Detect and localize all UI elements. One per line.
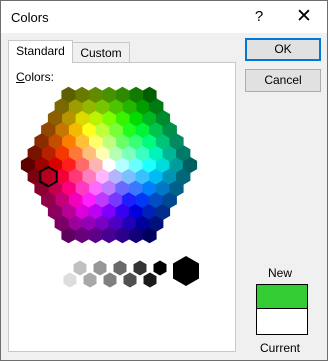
gray-color-cell[interactable] bbox=[113, 260, 127, 276]
new-color-swatch bbox=[256, 284, 308, 309]
gray-color-cell[interactable] bbox=[63, 272, 77, 288]
gray-color-cell[interactable] bbox=[83, 272, 97, 288]
black-color-cell[interactable] bbox=[173, 256, 199, 286]
current-color-swatch bbox=[256, 308, 308, 335]
gray-color-cell[interactable] bbox=[93, 260, 107, 276]
ok-button[interactable]: OK bbox=[245, 38, 321, 61]
current-color-label: Current bbox=[259, 341, 300, 355]
gray-color-cell[interactable] bbox=[153, 260, 167, 276]
gray-color-cell[interactable] bbox=[53, 260, 67, 276]
gray-color-cell[interactable] bbox=[123, 272, 137, 288]
new-color-label: New bbox=[267, 266, 292, 280]
gray-color-cell[interactable] bbox=[133, 260, 147, 276]
gray-color-cell[interactable] bbox=[103, 272, 117, 288]
tab-standard[interactable]: Standard bbox=[8, 40, 73, 63]
cancel-button[interactable]: Cancel bbox=[245, 69, 321, 92]
gray-color-cell[interactable] bbox=[73, 260, 87, 276]
gray-color-cell[interactable] bbox=[143, 272, 157, 288]
